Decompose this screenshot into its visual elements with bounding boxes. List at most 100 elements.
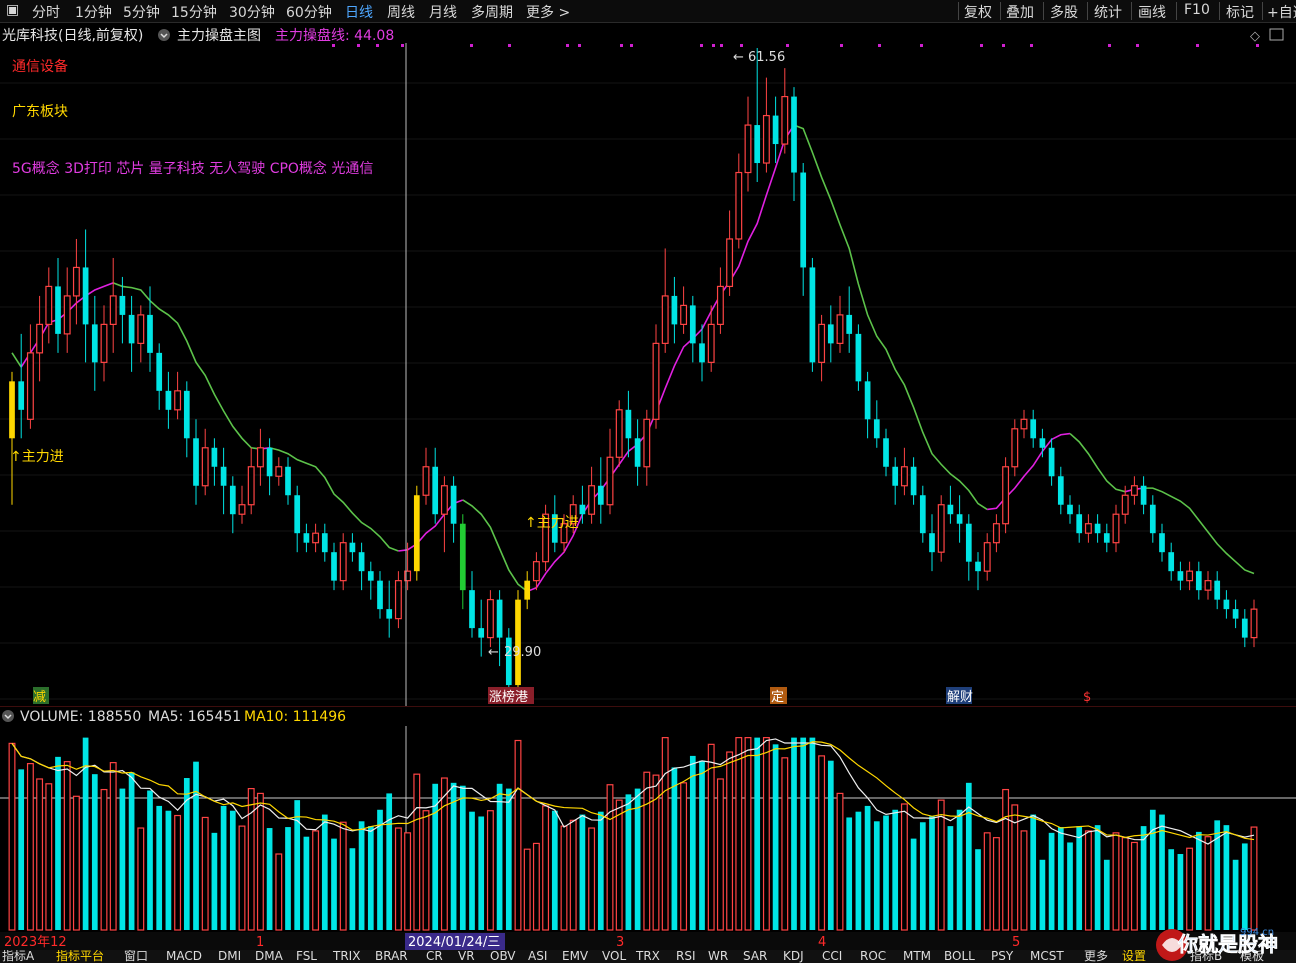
candle-body[interactable] bbox=[256, 447, 264, 468]
volume-bar[interactable] bbox=[1048, 832, 1055, 930]
volume-bar[interactable] bbox=[394, 827, 402, 931]
indicator-tab[interactable]: FSL bbox=[296, 950, 317, 963]
candle-body[interactable] bbox=[1039, 438, 1046, 448]
candle-body[interactable] bbox=[606, 456, 614, 506]
volume-bar[interactable] bbox=[165, 810, 172, 930]
volume-bar[interactable] bbox=[100, 788, 108, 931]
volume-bar[interactable] bbox=[1223, 825, 1230, 930]
candle-body[interactable] bbox=[9, 381, 15, 439]
candle-body[interactable] bbox=[459, 523, 466, 591]
volume-bar[interactable] bbox=[266, 828, 273, 930]
volume-bar[interactable] bbox=[109, 762, 117, 931]
volume-bar[interactable] bbox=[1002, 788, 1010, 931]
candle-body[interactable] bbox=[744, 124, 752, 174]
volume-bar[interactable] bbox=[147, 790, 153, 930]
period-tab-1min[interactable]: 1分钟 bbox=[75, 2, 112, 22]
candle-body[interactable] bbox=[367, 571, 374, 581]
candle-body[interactable] bbox=[478, 628, 485, 638]
candle-body[interactable] bbox=[707, 323, 715, 363]
volume-bar[interactable] bbox=[413, 773, 421, 931]
volume-bar[interactable] bbox=[1177, 854, 1184, 930]
volume-bar[interactable] bbox=[1186, 847, 1194, 931]
candle-body[interactable] bbox=[671, 295, 678, 325]
candle-body[interactable] bbox=[469, 590, 475, 629]
candle-body[interactable] bbox=[312, 532, 320, 544]
candle-body[interactable] bbox=[1130, 485, 1138, 496]
add-watchlist-button[interactable]: +自选 bbox=[1267, 2, 1296, 22]
volume-bar[interactable] bbox=[349, 848, 356, 930]
volume-bar[interactable] bbox=[1232, 859, 1239, 930]
candle-body[interactable] bbox=[827, 324, 834, 344]
indicator-tab[interactable]: CCI bbox=[822, 950, 842, 963]
candle-body[interactable] bbox=[119, 295, 126, 315]
candle-body[interactable] bbox=[947, 504, 954, 515]
volume-bar[interactable] bbox=[486, 810, 494, 931]
volume-bar[interactable] bbox=[846, 817, 853, 930]
volume-bar[interactable] bbox=[367, 826, 374, 930]
candle-body[interactable] bbox=[422, 466, 430, 496]
volume-bar[interactable] bbox=[569, 819, 577, 931]
indicator-tab[interactable]: MCST bbox=[1030, 950, 1064, 963]
candle-body[interactable] bbox=[1195, 571, 1202, 591]
candle-body[interactable] bbox=[781, 95, 789, 145]
candle-body[interactable] bbox=[772, 115, 779, 145]
volume-bar[interactable] bbox=[312, 830, 320, 931]
candle-body[interactable] bbox=[220, 466, 227, 486]
candle-body[interactable] bbox=[643, 418, 651, 468]
volume-bar[interactable] bbox=[1204, 836, 1212, 931]
candle-body[interactable] bbox=[486, 599, 494, 639]
volume-bar[interactable] bbox=[1130, 841, 1138, 931]
volume-bar[interactable] bbox=[772, 744, 779, 930]
volume-bar[interactable] bbox=[975, 849, 981, 930]
candle-body[interactable] bbox=[1067, 504, 1073, 515]
volume-bar[interactable] bbox=[1030, 814, 1037, 930]
candle-body[interactable] bbox=[1140, 485, 1147, 505]
candle-body[interactable] bbox=[339, 542, 347, 582]
period-tab-realtime[interactable]: 分时 bbox=[32, 2, 60, 22]
volume-bar[interactable] bbox=[220, 805, 227, 930]
candlestick-chart[interactable]: 光库科技(日线,前复权) 主力操盘主图 主力操盘线: 44.08 ◇ 通信设备 … bbox=[0, 23, 1296, 706]
multi-stock-button[interactable]: 多股 bbox=[1050, 2, 1078, 22]
candle-body[interactable] bbox=[1177, 571, 1184, 581]
volume-bar[interactable] bbox=[542, 805, 550, 931]
candle-body[interactable] bbox=[450, 485, 457, 524]
candle-body[interactable] bbox=[532, 561, 540, 582]
candle-body[interactable] bbox=[809, 267, 816, 363]
volume-bar[interactable] bbox=[1149, 809, 1156, 930]
volume-bar[interactable] bbox=[1168, 849, 1175, 930]
volume-bar[interactable] bbox=[680, 782, 688, 931]
candle-body[interactable] bbox=[597, 485, 604, 505]
candle-body[interactable] bbox=[91, 324, 98, 363]
candle-body[interactable] bbox=[1159, 533, 1165, 553]
candle-body[interactable] bbox=[386, 609, 393, 619]
volume-bar[interactable] bbox=[1195, 831, 1202, 930]
volume-bar[interactable] bbox=[26, 762, 34, 931]
candle-body[interactable] bbox=[634, 438, 641, 467]
volume-bar[interactable] bbox=[800, 737, 807, 930]
volume-bar[interactable] bbox=[606, 784, 614, 931]
indicator-tab[interactable]: KDJ bbox=[783, 950, 804, 963]
candle-body[interactable] bbox=[836, 314, 844, 344]
volume-bar[interactable] bbox=[947, 826, 954, 930]
volume-bar[interactable] bbox=[791, 737, 797, 930]
candle-body[interactable] bbox=[661, 295, 669, 344]
candle-body[interactable] bbox=[726, 238, 734, 288]
volume-bar[interactable] bbox=[929, 816, 935, 930]
volume-bar[interactable] bbox=[597, 811, 604, 930]
indicator-tab[interactable]: 更多 bbox=[1084, 950, 1108, 963]
volume-bar[interactable] bbox=[1112, 832, 1120, 931]
volume-bar[interactable] bbox=[358, 821, 365, 930]
indicator-tab[interactable]: BOLL bbox=[944, 950, 975, 963]
candle-body[interactable] bbox=[275, 466, 283, 477]
volume-bar[interactable] bbox=[560, 825, 568, 931]
period-tab-more[interactable]: 更多 > bbox=[526, 2, 570, 22]
volume-bar[interactable] bbox=[450, 782, 457, 930]
volume-bar[interactable] bbox=[55, 756, 61, 930]
candle-body[interactable] bbox=[1048, 447, 1055, 477]
candle-body[interactable] bbox=[201, 447, 209, 487]
volume-bar[interactable] bbox=[523, 848, 531, 931]
volume-bar[interactable] bbox=[1121, 837, 1129, 931]
candle-body[interactable] bbox=[1112, 513, 1120, 544]
indicator-tab[interactable]: 窗口 bbox=[124, 950, 148, 963]
volume-bar[interactable] bbox=[661, 737, 669, 931]
